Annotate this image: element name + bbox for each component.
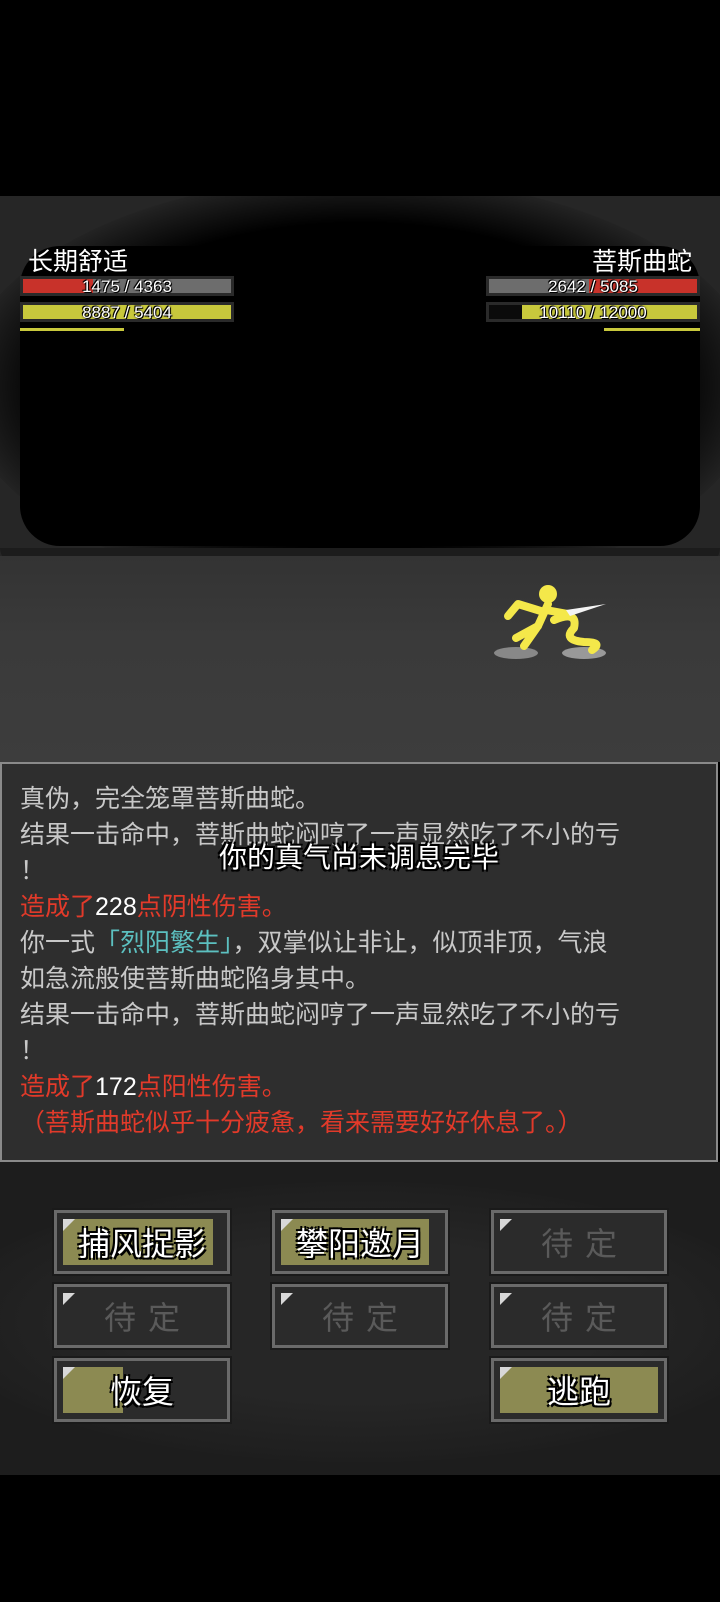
recover-label: 恢复: [109, 1374, 174, 1410]
log-text: （菩斯曲蛇似乎十分疲惫，看来需要好好休息了。）: [20, 1109, 583, 1137]
slot-label-4: 待定: [103, 1299, 192, 1337]
log-line: （菩斯曲蛇似乎十分疲惫，看来需要好好休息了。）: [20, 1106, 583, 1140]
empty-slot-button-6[interactable]: 待定: [489, 1282, 669, 1350]
flee-button[interactable]: 逃跑: [489, 1356, 669, 1424]
empty-slot-button-3[interactable]: 待定: [489, 1208, 669, 1276]
log-line: 造成了172点阳性伤害。: [20, 1070, 287, 1104]
player-name: 长期舒适: [28, 248, 129, 276]
log-text: 真伪，完全笼罩菩斯曲蛇。: [20, 785, 321, 813]
log-text: 点阴性伤害。: [136, 893, 287, 921]
sprite-shadow-left: [494, 647, 538, 659]
sprite-shadow-right: [562, 647, 606, 659]
empty-slot-button-4[interactable]: 待定: [52, 1282, 232, 1350]
log-text: ，双掌似让非让，似顶非顶，气浪: [232, 929, 608, 957]
skill-label-2: 攀阳邀月: [295, 1226, 424, 1262]
log-line: 如急流般使菩斯曲蛇陷身其中。: [20, 962, 370, 996]
log-text: 点阳性伤害。: [136, 1073, 287, 1101]
flee-label: 逃跑: [546, 1374, 611, 1410]
log-text: ！: [20, 1037, 46, 1065]
battle-log[interactable]: 真伪，完全笼罩菩斯曲蛇。结果一击命中，菩斯曲蛇闷哼了一声显然吃了不小的亏 ！ 造成了…: [0, 762, 718, 1162]
log-text: 172: [95, 1073, 137, 1101]
player-qi-text: 8887 / 5404: [82, 303, 172, 322]
log-text: 「烈阳繁生」: [95, 929, 233, 957]
player-hp-text: 1475 / 4363: [82, 277, 172, 296]
log-text: 如急流般使菩斯曲蛇陷身其中。: [20, 965, 371, 993]
player-hp-bar: 1475 / 4363: [20, 276, 234, 296]
skill-button-2[interactable]: 攀阳邀月: [270, 1208, 450, 1276]
log-text: 造成了: [20, 893, 96, 921]
empty-slot-button-5[interactable]: 待定: [270, 1282, 450, 1350]
log-text: 你一式: [20, 929, 96, 957]
enemy-hp-bar: 2642 / 5085: [486, 276, 700, 296]
enemy-name: 菩斯曲蛇: [591, 248, 692, 276]
slot-label-3: 待定: [540, 1225, 629, 1263]
player-charge-bar: [20, 328, 124, 331]
log-text: 造成了: [20, 1073, 96, 1101]
log-text: 结果一击命中，菩斯曲蛇闷哼了一声显然吃了不小的亏: [20, 1001, 621, 1029]
enemy-charge-bar: [604, 328, 700, 331]
enemy-sprite: [494, 585, 606, 659]
enemy-qi-bar: 10110 / 12000: [486, 302, 700, 322]
enemy-hp-text: 2642 / 5085: [548, 277, 638, 296]
player-qi-bar: 8887 / 5404: [20, 302, 234, 322]
log-line: ！: [20, 1034, 45, 1068]
slot-label-5: 待定: [321, 1299, 410, 1337]
skill-label-1: 捕风捉影: [77, 1226, 206, 1262]
nav-bar-area: [0, 1475, 720, 1602]
skill-button-1[interactable]: 捕风捉影: [52, 1208, 232, 1276]
slot-label-6: 待定: [540, 1299, 629, 1337]
sprite-body: [504, 585, 601, 654]
log-line: 结果一击命中，菩斯曲蛇闷哼了一声显然吃了不小的亏: [20, 998, 620, 1032]
toast-message: 你的真气尚未调息完毕: [218, 842, 499, 873]
status-bar-area: [0, 0, 720, 196]
enemy-qi-text: 10110 / 12000: [539, 303, 647, 322]
log-line: 真伪，完全笼罩菩斯曲蛇。: [20, 782, 320, 816]
log-text: 228: [95, 893, 137, 921]
recover-button[interactable]: 恢复: [52, 1356, 232, 1424]
log-line: 你一式「烈阳繁生」，双掌似让非让，似顶非顶，气浪: [20, 926, 608, 960]
sprite-blade: [566, 604, 606, 616]
log-line: 造成了228点阴性伤害。: [20, 890, 287, 924]
